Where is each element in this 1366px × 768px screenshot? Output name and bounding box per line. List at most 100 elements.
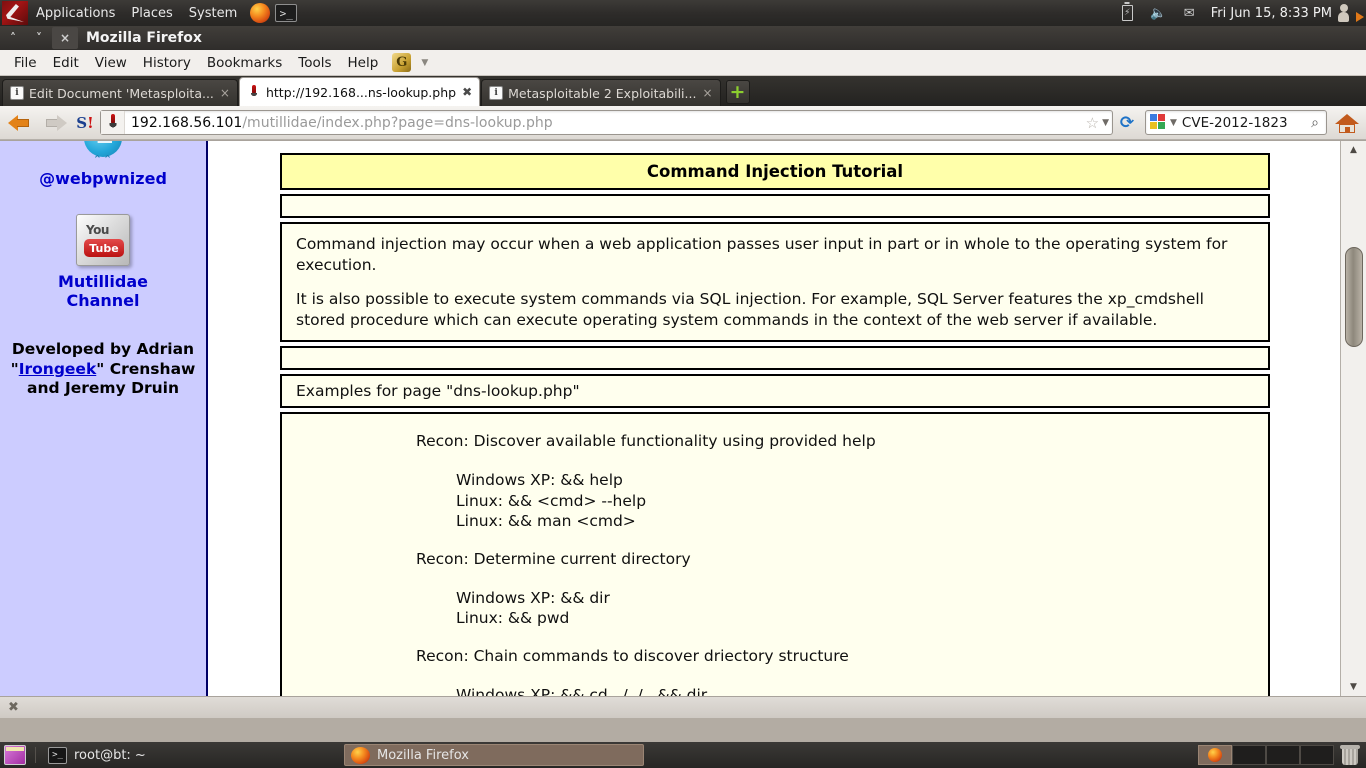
example-line: Linux: && man <cmd> [456, 511, 1254, 531]
menu-bookmarks[interactable]: Bookmarks [199, 52, 290, 74]
example-lines: Windows XP: && dir Linux: && pwd [456, 588, 1254, 629]
terminal-launcher-icon[interactable]: >_ [275, 4, 297, 22]
search-icon[interactable]: ⌕ [1311, 115, 1319, 131]
firefox-window: ˄ ˅ × Mozilla Firefox File Edit View His… [0, 26, 1366, 718]
site-identity-icon[interactable] [101, 111, 125, 134]
url-bar[interactable]: 192.168.56.101/mutillidae/index.php?page… [100, 110, 1113, 135]
close-icon[interactable]: × [702, 86, 712, 100]
home-icon[interactable] [1334, 110, 1360, 136]
intro-paragraph-1: Command injection may occur when a web a… [296, 234, 1254, 275]
credits-line-1: Developed by Adrian [4, 340, 202, 359]
reload-icon[interactable]: ⟳ [1117, 113, 1137, 133]
panel-menu-applications[interactable]: Applications [28, 3, 123, 24]
menu-history[interactable]: History [135, 52, 199, 74]
close-icon[interactable]: ✖ [462, 85, 472, 99]
twitter-bird-icon[interactable]: ⌃⌃ [76, 141, 130, 167]
page-sidebar: ⌃⌃ @webpwnized You Tube Mutillidae Chann… [0, 141, 208, 696]
panel-menu-places[interactable]: Places [123, 3, 180, 24]
example-block: Recon: Discover available functionality … [296, 432, 1254, 531]
mail-icon[interactable]: ✉ [1181, 5, 1198, 22]
chevron-down-icon[interactable]: ▼ [1102, 118, 1109, 128]
example-lines: Windows XP: && help Linux: && <cmd> --he… [456, 470, 1254, 531]
panel-menu-system[interactable]: System [181, 3, 245, 24]
examples-label: Examples for page "dns-lookup.php" [280, 374, 1270, 408]
page-scrollbar[interactable]: ▲ ▼ [1340, 141, 1366, 696]
workspace-3[interactable] [1266, 745, 1300, 765]
page-content: ⌃⌃ @webpwnized You Tube Mutillidae Chann… [0, 141, 1340, 696]
mutillidae-icon [247, 85, 261, 99]
panel-clock[interactable]: Fri Jun 15, 8:33 PM [1205, 6, 1338, 21]
find-bar: ✖ [0, 696, 1366, 718]
menu-file[interactable]: File [6, 52, 45, 74]
examples-list: Recon: Discover available functionality … [280, 412, 1270, 696]
spacer-row-top [280, 194, 1270, 218]
scroll-down-button[interactable]: ▼ [1342, 678, 1366, 696]
workspace-4[interactable] [1300, 745, 1334, 765]
user-logout-icon[interactable] [1338, 3, 1360, 23]
volume-icon[interactable]: 🔈 [1150, 5, 1167, 22]
tab-label: Metasploitable 2 Exploitabili... [508, 86, 696, 101]
shell-letter: S [76, 114, 87, 132]
taskbar-item-firefox[interactable]: Mozilla Firefox [344, 744, 644, 766]
firefox-launcher-icon[interactable] [250, 3, 270, 23]
window-close-button[interactable]: × [52, 27, 78, 49]
show-desktop-icon[interactable] [4, 745, 26, 765]
gnome-taskbar: >_ root@bt: ~ Mozilla Firefox [0, 742, 1366, 768]
url-host: 192.168.56.101 [131, 115, 242, 131]
chevron-down-icon[interactable]: ▼ [421, 58, 428, 68]
forward-button[interactable] [40, 110, 70, 136]
credits-line-2: "Irongeek" Crenshaw [4, 360, 202, 379]
tab-metasploitable-exploitability[interactable]: i Metasploitable 2 Exploitabili... × [481, 79, 720, 106]
menu-view[interactable]: View [87, 52, 135, 74]
example-line: Windows XP: && cd ../../.. && dir [456, 685, 1254, 696]
mutillidae-channel-link[interactable]: Mutillidae Channel [0, 272, 206, 310]
close-icon[interactable]: × [220, 86, 230, 100]
menu-edit[interactable]: Edit [45, 52, 87, 74]
battery-icon[interactable] [1119, 5, 1136, 22]
bookmark-star-icon[interactable]: ☆ [1086, 114, 1099, 132]
tab-dns-lookup[interactable]: http://192.168...ns-lookup.php ✖ [239, 77, 480, 106]
taskbar-item-label: root@bt: ~ [74, 748, 146, 763]
tutorial-content: Command Injection Tutorial Command injec… [208, 141, 1340, 696]
firefox-icon [351, 747, 370, 764]
menu-help[interactable]: Help [340, 52, 387, 74]
back-button[interactable] [6, 110, 36, 136]
spacer-row-middle [280, 346, 1270, 370]
scrollbar-thumb[interactable] [1345, 247, 1363, 347]
window-maximize-button[interactable]: ˅ [26, 27, 52, 49]
scrollbar-track[interactable] [1342, 159, 1366, 678]
search-input[interactable]: CVE-2012-1823 [1182, 115, 1311, 131]
tab-edit-document[interactable]: i Edit Document 'Metasploita... × [2, 79, 238, 106]
close-icon[interactable]: ✖ [8, 700, 19, 715]
workspace-1[interactable] [1198, 745, 1232, 765]
document-icon: i [10, 86, 24, 100]
bird-feet: ⌃⌃ [93, 153, 113, 166]
taskbar-item-terminal[interactable]: >_ root@bt: ~ [42, 744, 342, 766]
trash-icon[interactable] [1340, 744, 1360, 766]
tutorial-table: Command Injection Tutorial Command injec… [280, 153, 1270, 696]
quote-open: " [11, 360, 19, 378]
page-title: Command Injection Tutorial [280, 153, 1270, 190]
shell-addon-icon[interactable]: S! [74, 112, 96, 134]
chevron-down-icon[interactable]: ▼ [1170, 118, 1177, 128]
youtube-icon[interactable]: You Tube [76, 214, 130, 266]
window-minimize-button[interactable]: ˄ [0, 27, 26, 49]
example-heading: Recon: Discover available functionality … [416, 432, 1254, 450]
window-titlebar: ˄ ˅ × Mozilla Firefox [0, 26, 1366, 50]
irongeek-link[interactable]: Irongeek [19, 360, 97, 378]
workspace-switcher[interactable] [1198, 745, 1334, 765]
groundspeed-addon-icon[interactable]: G [392, 53, 411, 72]
google-icon[interactable] [1150, 114, 1167, 131]
scroll-up-button[interactable]: ▲ [1342, 141, 1366, 159]
search-bar[interactable]: ▼ CVE-2012-1823 ⌕ [1145, 110, 1327, 135]
twitter-handle-link[interactable]: @webpwnized [0, 169, 206, 188]
workspace-2[interactable] [1232, 745, 1266, 765]
channel-line-1: Mutillidae [0, 272, 206, 291]
intro-paragraphs: Command injection may occur when a web a… [280, 222, 1270, 342]
backtrack-logo-icon[interactable] [2, 1, 28, 25]
new-tab-button[interactable]: + [726, 80, 750, 104]
gnome-top-panel: Applications Places System >_ 🔈 ✉ Fri Ju… [0, 0, 1366, 26]
menu-tools[interactable]: Tools [290, 52, 339, 74]
example-line: Linux: && <cmd> --help [456, 491, 1254, 511]
example-line: Windows XP: && help [456, 470, 1254, 490]
